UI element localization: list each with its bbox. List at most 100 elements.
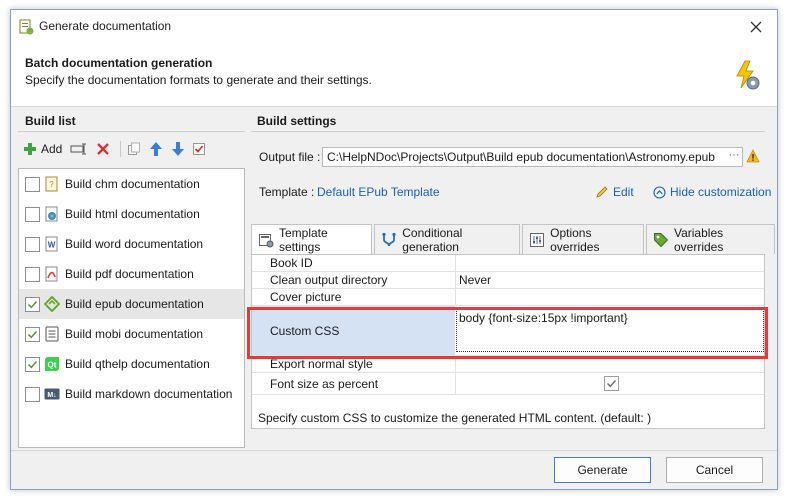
epub-icon: [44, 296, 60, 312]
header-subtitle: Specify the documentation formats to gen…: [25, 73, 372, 87]
list-item-pdf[interactable]: Build pdf documentation: [19, 259, 244, 289]
property-value[interactable]: [456, 289, 764, 305]
list-item-qthelp[interactable]: Qt Build qthelp documentation: [19, 349, 244, 379]
list-item-label: Build epub documentation: [65, 297, 204, 311]
checkbox-pdf[interactable]: [25, 266, 40, 282]
html-icon: [44, 206, 60, 222]
build-list-title: Build list: [25, 114, 76, 128]
property-value-cell: body {font-size:15px !important}: [455, 306, 764, 355]
list-item-mobi[interactable]: Build mobi documentation: [19, 319, 244, 349]
checkmark-icon: [607, 380, 617, 388]
title-bar: Generate documentation: [11, 10, 777, 44]
list-item-label: Build html documentation: [65, 207, 200, 221]
checkbox-chm[interactable]: [25, 176, 40, 192]
list-item-chm[interactable]: ? Build chm documentation: [19, 169, 244, 199]
output-file-label: Output file :: [259, 150, 321, 164]
property-row-export-normal-style[interactable]: Export normal style: [252, 356, 764, 373]
list-item-epub[interactable]: Build epub documentation: [19, 289, 244, 319]
property-row-clean-output[interactable]: Clean output directory Never: [252, 272, 764, 289]
property-row-cover-picture[interactable]: Cover picture: [252, 289, 764, 306]
check-all-button[interactable]: [191, 139, 207, 159]
generate-documentation-dialog: Generate documentation Batch documentati…: [10, 9, 778, 490]
rename-icon: [70, 143, 87, 155]
hide-customization-label: Hide customization: [670, 185, 772, 199]
list-item-markdown[interactable]: M↓ Build markdown documentation: [19, 379, 244, 409]
property-value[interactable]: [456, 255, 764, 271]
property-value[interactable]: Never: [456, 272, 764, 288]
template-settings-icon: [258, 232, 274, 248]
chm-icon: ?: [44, 176, 60, 192]
window-title: Generate documentation: [39, 19, 172, 33]
list-item-label: Build mobi documentation: [65, 327, 204, 341]
list-item-label: Build qthelp documentation: [65, 357, 210, 371]
template-link[interactable]: Default EPub Template: [317, 185, 440, 199]
property-row-font-size-percent[interactable]: Font size as percent: [252, 373, 764, 395]
checkbox-word[interactable]: [25, 236, 40, 252]
duplicate-button[interactable]: [125, 139, 143, 159]
generate-button[interactable]: Generate: [554, 457, 651, 483]
close-button[interactable]: [747, 18, 765, 36]
checkmark-icon: [28, 330, 38, 338]
tab-variables-overrides[interactable]: Variables overrides: [645, 224, 776, 254]
plus-icon: [24, 143, 36, 155]
mobi-icon: [44, 326, 60, 342]
checkbox-qthelp[interactable]: [25, 356, 40, 372]
checkbox-epub[interactable]: [25, 296, 40, 312]
lightning-gear-icon: [736, 60, 760, 90]
svg-text:W: W: [48, 241, 56, 250]
property-row-custom-css[interactable]: Custom CSS body {font-size:15px !importa…: [252, 306, 764, 356]
checkbox-markdown[interactable]: [25, 386, 40, 402]
delete-button[interactable]: [94, 139, 112, 159]
output-file-input[interactable]: [322, 147, 743, 167]
build-list-divider: [18, 131, 245, 132]
list-item-label: Build word documentation: [65, 237, 204, 251]
checkmark-icon: [28, 360, 38, 368]
property-value-cell: [456, 373, 764, 394]
edit-label: Edit: [613, 185, 634, 199]
list-item-word[interactable]: W Build word documentation: [19, 229, 244, 259]
property-name: Font size as percent: [252, 373, 456, 394]
settings-tabs: Template settings Conditional generation…: [251, 224, 777, 255]
property-name: Cover picture: [252, 289, 456, 305]
build-list-toolbar: Add: [21, 139, 211, 159]
font-size-percent-checkbox[interactable]: [604, 376, 619, 391]
build-list: ? Build chm documentation Build html doc…: [18, 168, 245, 448]
app-icon: [19, 19, 34, 35]
checkbox-mobi[interactable]: [25, 326, 40, 342]
checkbox-html[interactable]: [25, 206, 40, 222]
list-item-label: Build markdown documentation: [65, 387, 233, 401]
tab-label: Template settings: [279, 226, 328, 254]
hide-customization-button[interactable]: Hide customization: [653, 185, 771, 199]
tab-options-overrides[interactable]: Options overrides: [522, 224, 644, 254]
rename-button[interactable]: [68, 139, 90, 159]
options-icon: [529, 232, 545, 248]
move-down-button[interactable]: [169, 139, 187, 159]
cancel-button[interactable]: Cancel: [666, 457, 763, 483]
tag-icon: [653, 232, 669, 248]
collapse-up-icon: [653, 185, 666, 199]
tab-label: Options overrides: [550, 225, 600, 254]
edit-template-button[interactable]: Edit: [595, 185, 634, 199]
arrow-down-icon: [172, 142, 185, 156]
arrow-up-icon: [150, 142, 163, 156]
custom-css-editor[interactable]: body {font-size:15px !important}: [456, 308, 764, 352]
copy-icon: [128, 142, 141, 155]
move-up-button[interactable]: [147, 139, 165, 159]
tab-conditional-generation[interactable]: Conditional generation: [374, 224, 521, 254]
property-name: Book ID: [252, 255, 456, 271]
add-button[interactable]: Add: [21, 139, 64, 159]
property-name: Custom CSS: [252, 306, 455, 355]
property-grid: Book ID Clean output directory Never Cov…: [252, 255, 764, 395]
property-row-book-id[interactable]: Book ID: [252, 255, 764, 272]
tab-template-settings[interactable]: Template settings: [251, 224, 373, 255]
template-label: Template :: [259, 185, 315, 199]
browse-button[interactable]: ···: [727, 149, 741, 165]
qthelp-icon: Qt: [44, 356, 60, 372]
toolbar-separator: [120, 141, 122, 157]
property-description: Specify custom CSS to customize the gene…: [258, 411, 652, 425]
tab-label: Conditional generation: [402, 225, 463, 254]
delete-icon: [97, 143, 110, 155]
property-value-cell: [456, 356, 764, 372]
list-item-html[interactable]: Build html documentation: [19, 199, 244, 229]
checkmark-icon: [28, 300, 38, 308]
